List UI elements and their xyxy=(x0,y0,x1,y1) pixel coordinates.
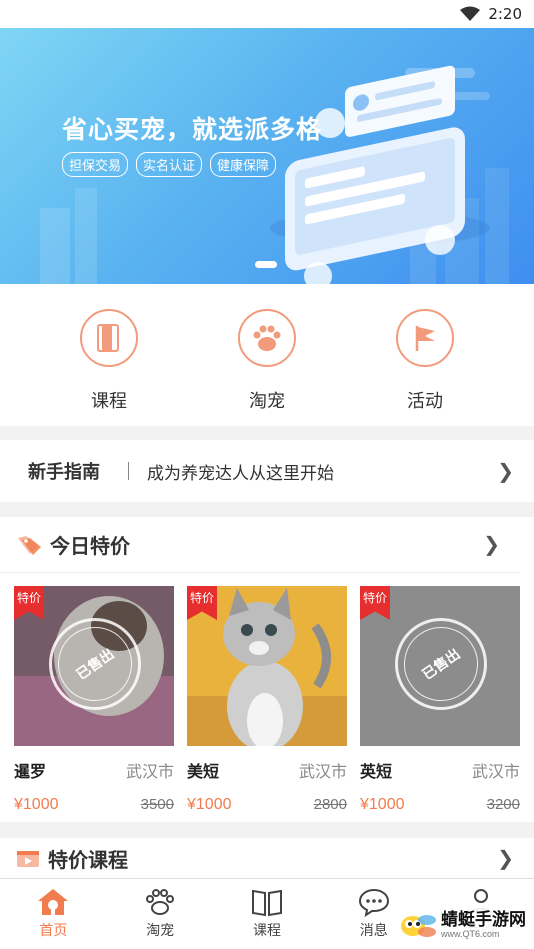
deals-title: 今日特价 xyxy=(50,536,130,558)
status-time: 2:20 xyxy=(488,5,522,23)
banner-tag: 担保交易 xyxy=(62,152,129,177)
banner-tag: 实名认证 xyxy=(136,152,203,177)
tab-label: 消息 xyxy=(359,922,388,938)
pet-original-price: 3500 xyxy=(140,796,174,813)
book-icon xyxy=(251,889,282,917)
quick-nav-label: 活动 xyxy=(407,391,443,411)
promo-banner[interactable]: 省心买宠，就选派多格 担保交易 实名认证 健康保障 xyxy=(0,28,534,284)
divider xyxy=(128,462,129,480)
quick-nav-label: 课程 xyxy=(91,391,127,411)
tab-label: 首页 xyxy=(39,922,68,938)
newbie-guide-row[interactable]: 新手指南 成为养宠达人从这里开始 ❯ xyxy=(0,440,534,502)
pet-price: ¥1000 xyxy=(14,796,59,813)
sold-out-stamp: 已售出 xyxy=(389,612,493,716)
todays-deals-section: 今日特价 ❯ 特价 已售出 暹罗 武汉市 ¥1000 3500 特价 美短 武汉… xyxy=(0,517,534,822)
tab-label: 淘宠 xyxy=(146,922,175,938)
carousel-indicator[interactable] xyxy=(255,261,277,268)
tag-icon xyxy=(18,535,41,555)
discount-courses-header[interactable]: 特价课程 ❯ xyxy=(0,838,534,878)
guide-text: 成为养宠达人从这里开始 xyxy=(147,463,334,483)
tab-pets[interactable]: 淘宠 xyxy=(107,879,214,949)
pet-city: 武汉市 xyxy=(298,764,347,781)
wifi-icon xyxy=(460,6,481,21)
quick-nav-pets[interactable]: 淘宠 xyxy=(207,284,327,426)
banner-title: 省心买宠，就选派多格 xyxy=(62,116,323,144)
pet-original-price: 2800 xyxy=(313,796,347,813)
pet-name: 美短 xyxy=(187,764,220,781)
deal-card[interactable]: 特价 美短 武汉市 ¥1000 2800 xyxy=(187,586,347,814)
status-bar: 2:20 xyxy=(0,0,534,28)
pet-photo: 特价 xyxy=(187,586,347,746)
deals-header[interactable]: 今日特价 ❯ xyxy=(0,517,520,573)
home-icon xyxy=(38,889,69,915)
pet-price: ¥1000 xyxy=(360,796,405,813)
quick-nav-label: 淘宠 xyxy=(249,391,285,411)
paw-icon xyxy=(238,309,296,367)
banner-tags: 担保交易 实名认证 健康保障 xyxy=(62,152,277,177)
book-icon xyxy=(80,309,138,367)
sold-out-stamp: 已售出 xyxy=(43,612,147,716)
watermark-url: www.QT6.com xyxy=(441,929,500,939)
pet-city: 武汉市 xyxy=(471,764,520,781)
deal-cards: 特价 已售出 暹罗 武汉市 ¥1000 3500 特价 美短 武汉市 ¥1000… xyxy=(14,586,520,814)
tab-courses[interactable]: 课程 xyxy=(214,879,321,949)
pet-photo: 特价 已售出 xyxy=(14,586,174,746)
guide-title: 新手指南 xyxy=(28,462,100,482)
chevron-right-icon: ❯ xyxy=(497,847,514,870)
deal-card[interactable]: 特价 已售出 英短 武汉市 ¥1000 3200 xyxy=(360,586,520,814)
paw-icon xyxy=(146,889,175,915)
deal-card[interactable]: 特价 已售出 暹罗 武汉市 ¥1000 3500 xyxy=(14,586,174,814)
pet-name: 暹罗 xyxy=(14,764,47,781)
quick-nav-activities[interactable]: 活动 xyxy=(365,284,485,426)
dragonfly-logo-icon xyxy=(401,915,436,937)
quick-nav: 课程 淘宠 活动 xyxy=(0,284,534,426)
tab-home[interactable]: 首页 xyxy=(0,879,107,949)
pet-name: 英短 xyxy=(360,764,393,781)
pet-city: 武汉市 xyxy=(125,764,174,781)
video-icon xyxy=(17,851,39,867)
site-watermark: 蜻蜓手游网 www.QT6.com xyxy=(395,904,530,946)
watermark-text: 蜻蜓手游网 xyxy=(441,910,526,929)
chevron-right-icon: ❯ xyxy=(497,460,514,483)
banner-tag: 健康保障 xyxy=(210,152,277,177)
pet-photo: 特价 已售出 xyxy=(360,586,520,746)
flag-icon xyxy=(396,309,454,367)
pet-price: ¥1000 xyxy=(187,796,232,813)
quick-nav-courses[interactable]: 课程 xyxy=(49,284,169,426)
tab-label: 课程 xyxy=(252,922,281,938)
pet-original-price: 3200 xyxy=(486,796,520,813)
courses-title: 特价课程 xyxy=(48,849,128,872)
chat-icon xyxy=(358,888,389,917)
chevron-right-icon: ❯ xyxy=(483,534,500,556)
